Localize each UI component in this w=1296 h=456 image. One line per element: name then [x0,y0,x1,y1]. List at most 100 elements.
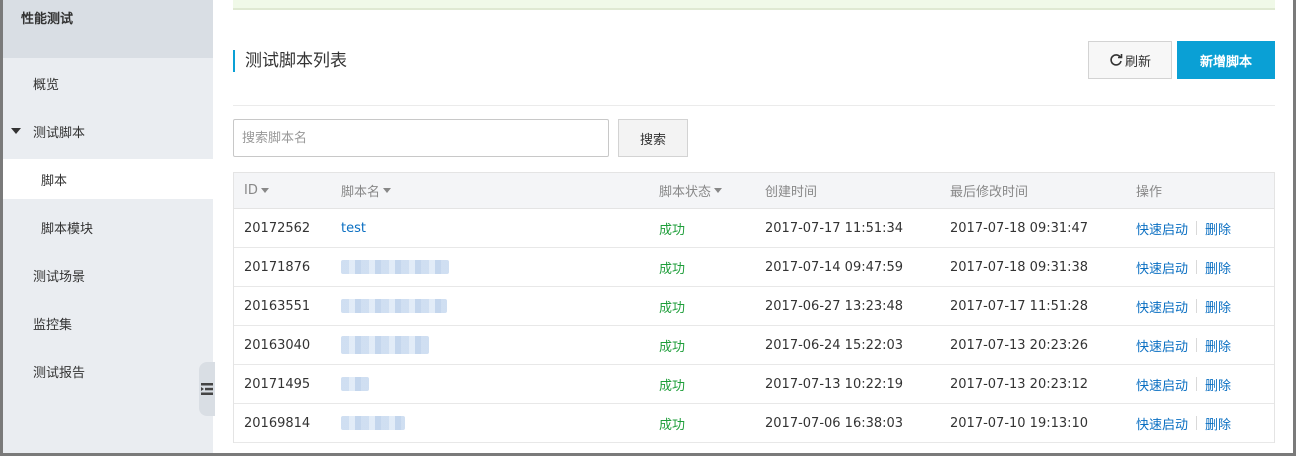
column-header-name[interactable]: 脚本名 [341,173,392,208]
status-badge: 成功 [659,417,686,433]
script-name[interactable] [341,365,369,403]
status-badge: 成功 [659,261,686,277]
sidebar-item-overview[interactable]: 概览 [3,63,213,103]
script-name[interactable] [341,404,405,442]
sidebar-item-script-modules[interactable]: 脚本模块 [3,207,213,247]
sort-caret-icon [260,188,269,193]
status-badge: 成功 [659,222,686,238]
created-time: 2017-06-24 15:22:03 [765,337,904,353]
sidebar-item-scripts[interactable]: 脚本 [3,159,213,199]
table-row: 20169814 成功 2017-07-06 16:38:03 2017-07-… [234,404,1274,443]
refresh-icon [1110,54,1123,66]
delete-link[interactable]: 删除 [1205,336,1231,355]
row-actions: 快速启动 删除 [1136,365,1231,403]
sidebar-item-test-scripts[interactable]: 测试脚本 [3,111,213,151]
add-script-button[interactable]: 新增脚本 [1177,41,1275,79]
search-button[interactable]: 搜索 [618,119,688,157]
sidebar-item-label: 概览 [33,77,60,93]
sidebar-item-monitor-sets[interactable]: 监控集 [3,303,213,343]
created-time: 2017-07-13 10:22:19 [765,376,904,392]
separator [1196,221,1198,235]
row-actions: 快速启动 删除 [1136,326,1231,364]
status-badge: 成功 [659,300,686,316]
column-header-modified: 最后修改时间 [950,185,1029,200]
notice-bar [233,0,1275,10]
separator [1196,260,1198,274]
quick-launch-link[interactable]: 快速启动 [1136,375,1188,394]
sidebar-item-label: 测试场景 [33,269,86,285]
script-id: 20171495 [244,376,311,392]
modified-time: 2017-07-18 09:31:47 [950,220,1089,236]
separator [1196,416,1198,430]
sort-caret-icon [714,188,723,193]
quick-launch-link[interactable]: 快速启动 [1136,297,1188,316]
delete-link[interactable]: 删除 [1205,258,1231,277]
row-actions: 快速启动 删除 [1136,287,1231,325]
quick-launch-link[interactable]: 快速启动 [1136,414,1188,433]
table-header: ID 脚本名 脚本状态 创建时间 最后修改时间 操作 [234,173,1274,209]
sidebar-item-test-scenarios[interactable]: 测试场景 [3,255,213,295]
sidebar-item-label: 测试脚本 [33,125,86,141]
delete-link[interactable]: 删除 [1205,219,1231,238]
modified-time: 2017-07-17 11:51:28 [950,298,1089,314]
separator [1196,338,1198,352]
script-id: 20171876 [244,259,311,275]
delete-link[interactable]: 删除 [1205,297,1231,316]
sidebar-item-test-reports[interactable]: 测试报告 [3,351,213,391]
table-row: 20172562 test 成功 2017-07-17 11:51:34 201… [234,209,1274,248]
column-header-status[interactable]: 脚本状态 [659,173,723,208]
blurred-script-name[interactable] [341,336,429,354]
status-badge: 成功 [659,339,686,355]
script-name[interactable] [341,326,429,364]
column-header-id[interactable]: ID [244,173,269,208]
blurred-script-name[interactable] [341,299,447,313]
created-time: 2017-07-06 16:38:03 [765,415,904,431]
sort-caret-icon [383,188,392,193]
delete-link[interactable]: 删除 [1205,414,1231,433]
sidebar-title: 性能测试 [3,0,213,58]
row-actions: 快速启动 删除 [1136,404,1231,442]
search-input[interactable] [233,119,609,157]
modified-time: 2017-07-13 20:23:12 [950,376,1089,392]
delete-link[interactable]: 删除 [1205,375,1231,394]
script-id: 20163551 [244,298,311,314]
refresh-button[interactable]: 刷新 [1088,41,1172,79]
sidebar-item-label: 测试报告 [33,365,86,381]
modified-time: 2017-07-10 19:13:10 [950,415,1089,431]
created-time: 2017-06-27 13:23:48 [765,298,904,314]
table-row: 20163551 成功 2017-06-27 13:23:48 2017-07-… [234,287,1274,326]
table-row: 20163040 成功 2017-06-24 15:22:03 2017-07-… [234,326,1274,365]
modified-time: 2017-07-18 09:31:38 [950,259,1089,275]
script-id: 20172562 [244,220,311,236]
quick-launch-link[interactable]: 快速启动 [1136,336,1188,355]
blurred-script-name[interactable] [341,377,369,391]
modified-time: 2017-07-13 20:23:26 [950,337,1089,353]
blurred-script-name[interactable] [341,260,449,274]
column-header-created: 创建时间 [765,185,818,200]
sidebar-item-label: 脚本 [41,173,68,189]
column-header-ops: 操作 [1136,185,1163,200]
sidebar-collapse-button[interactable] [199,362,215,416]
sidebar-item-label: 监控集 [33,317,73,333]
sidebar-item-label: 脚本模块 [41,221,94,237]
blurred-script-name[interactable] [341,416,405,430]
separator [1196,299,1198,313]
row-actions: 快速启动 删除 [1136,209,1231,247]
script-name[interactable] [341,248,449,286]
row-actions: 快速启动 删除 [1136,248,1231,286]
main-content: 测试脚本列表 刷新 新增脚本 搜索 ID 脚本名 脚本状态 [215,0,1293,453]
table-row: 20171876 成功 2017-07-14 09:47:59 2017-07-… [234,248,1274,287]
script-name[interactable]: test [341,209,366,247]
caret-down-icon [11,128,21,134]
quick-launch-link[interactable]: 快速启动 [1136,258,1188,277]
refresh-label: 刷新 [1124,54,1151,70]
sidebar-collapse-icon [201,383,213,395]
script-name-link[interactable]: test [341,221,366,236]
script-name[interactable] [341,287,447,325]
quick-launch-link[interactable]: 快速启动 [1136,219,1188,238]
script-id: 20169814 [244,415,311,431]
divider [233,105,1275,106]
created-time: 2017-07-14 09:47:59 [765,259,904,275]
table-row: 20171495 成功 2017-07-13 10:22:19 2017-07-… [234,365,1274,404]
separator [1196,377,1198,391]
